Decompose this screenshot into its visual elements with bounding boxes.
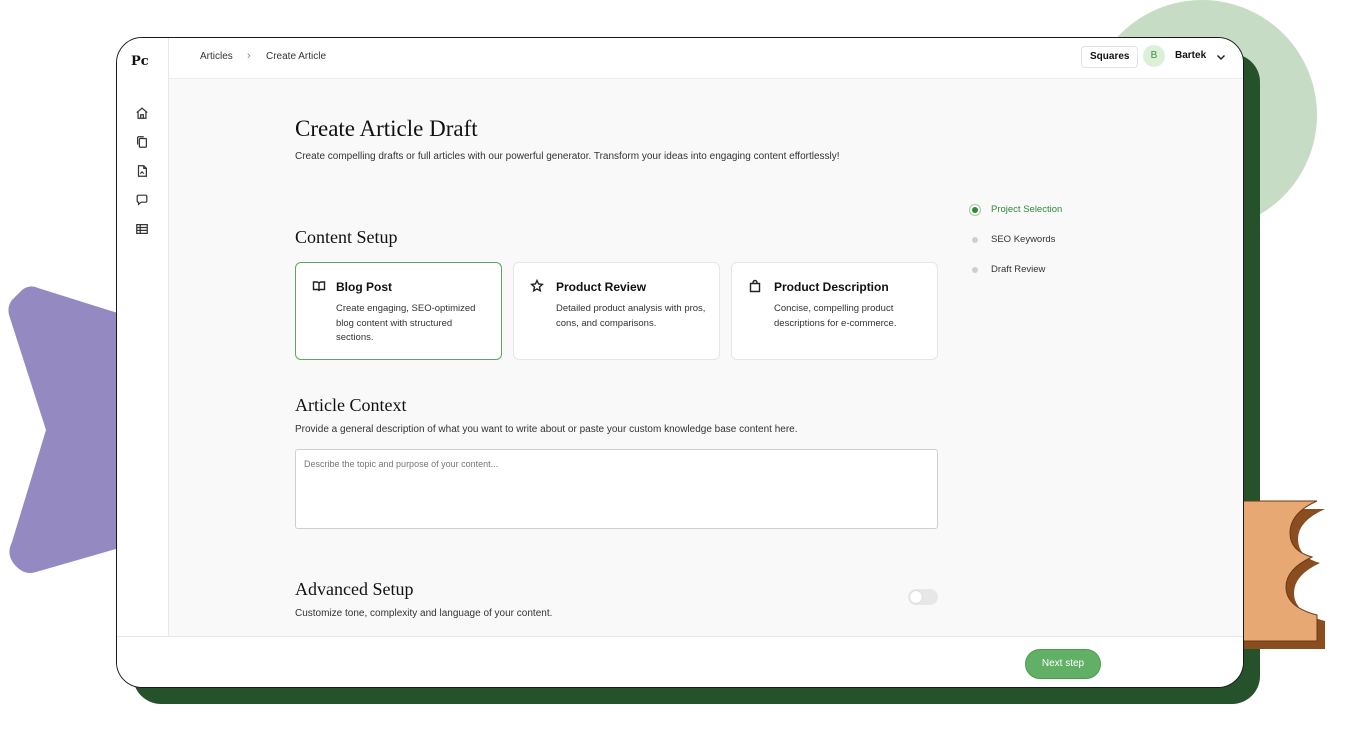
home-icon[interactable]: [134, 105, 150, 121]
step-label: Draft Review: [991, 264, 1046, 275]
step-dot: [972, 207, 978, 213]
card-description: Detailed product analysis with pros, con…: [556, 303, 706, 329]
step-project-selection[interactable]: Project Selection: [967, 203, 1107, 217]
advanced-setup-description: Customize tone, complexity and language …: [295, 608, 553, 619]
page-description: Create compelling drafts or full article…: [295, 151, 840, 162]
article-context-title: Article Context: [295, 395, 407, 415]
app-logo[interactable]: Pc: [131, 54, 149, 69]
content-type-card-blog-post[interactable]: Blog Post Create engaging, SEO-optimized…: [295, 262, 502, 360]
next-step-button[interactable]: Next step: [1025, 649, 1101, 679]
card-title: Blog Post: [336, 280, 392, 294]
shopping-bag-icon: [748, 279, 762, 293]
article-context-description: Provide a general description of what yo…: [295, 424, 798, 435]
user-name[interactable]: Bartek: [1175, 50, 1206, 61]
footer-bar: Next step: [117, 636, 1243, 687]
step-label: SEO Keywords: [991, 234, 1056, 245]
step-dot: [972, 237, 978, 243]
toggle-knob: [910, 591, 922, 603]
workspace-button[interactable]: Squares: [1081, 46, 1139, 68]
card-description: Create engaging, SEO-optimized blog cont…: [336, 303, 476, 343]
card-title: Product Description: [774, 280, 889, 294]
avatar[interactable]: B: [1143, 45, 1165, 67]
step-seo-keywords[interactable]: SEO Keywords: [967, 233, 1107, 247]
step-draft-review[interactable]: Draft Review: [967, 263, 1107, 277]
card-title: Product Review: [556, 280, 647, 294]
breadcrumb-create-article: Create Article: [266, 51, 327, 62]
chat-icon[interactable]: [134, 192, 150, 208]
article-context-input[interactable]: [295, 449, 938, 529]
card-description: Concise, compelling product descriptions…: [774, 303, 897, 329]
documents-icon[interactable]: [134, 134, 150, 150]
step-label: Project Selection: [991, 204, 1063, 215]
file-icon[interactable]: [134, 163, 150, 179]
star-icon: [529, 278, 545, 293]
breadcrumb-separator: ›: [247, 50, 251, 62]
content-type-card-product-review[interactable]: Product Review Detailed product analysis…: [513, 262, 720, 360]
chevron-down-icon[interactable]: [1215, 50, 1227, 62]
content-setup-title: Content Setup: [295, 227, 398, 247]
advanced-setup-title: Advanced Setup: [295, 579, 414, 599]
step-dot: [972, 267, 978, 273]
sidebar: Pc: [117, 38, 169, 638]
breadcrumb-articles[interactable]: Articles: [200, 51, 233, 62]
app-window: Pc Articles › Create Article Squares B B…: [116, 37, 1244, 688]
content-type-card-product-description[interactable]: Product Description Concise, compelling …: [731, 262, 938, 360]
page-title: Create Article Draft: [295, 116, 478, 141]
book-icon: [312, 279, 326, 293]
stage: Pc Articles › Create Article Squares B B…: [0, 0, 1360, 738]
top-bar: Articles › Create Article Squares B Bart…: [169, 38, 1243, 79]
table-icon[interactable]: [134, 221, 150, 237]
advanced-setup-toggle[interactable]: [908, 589, 938, 605]
